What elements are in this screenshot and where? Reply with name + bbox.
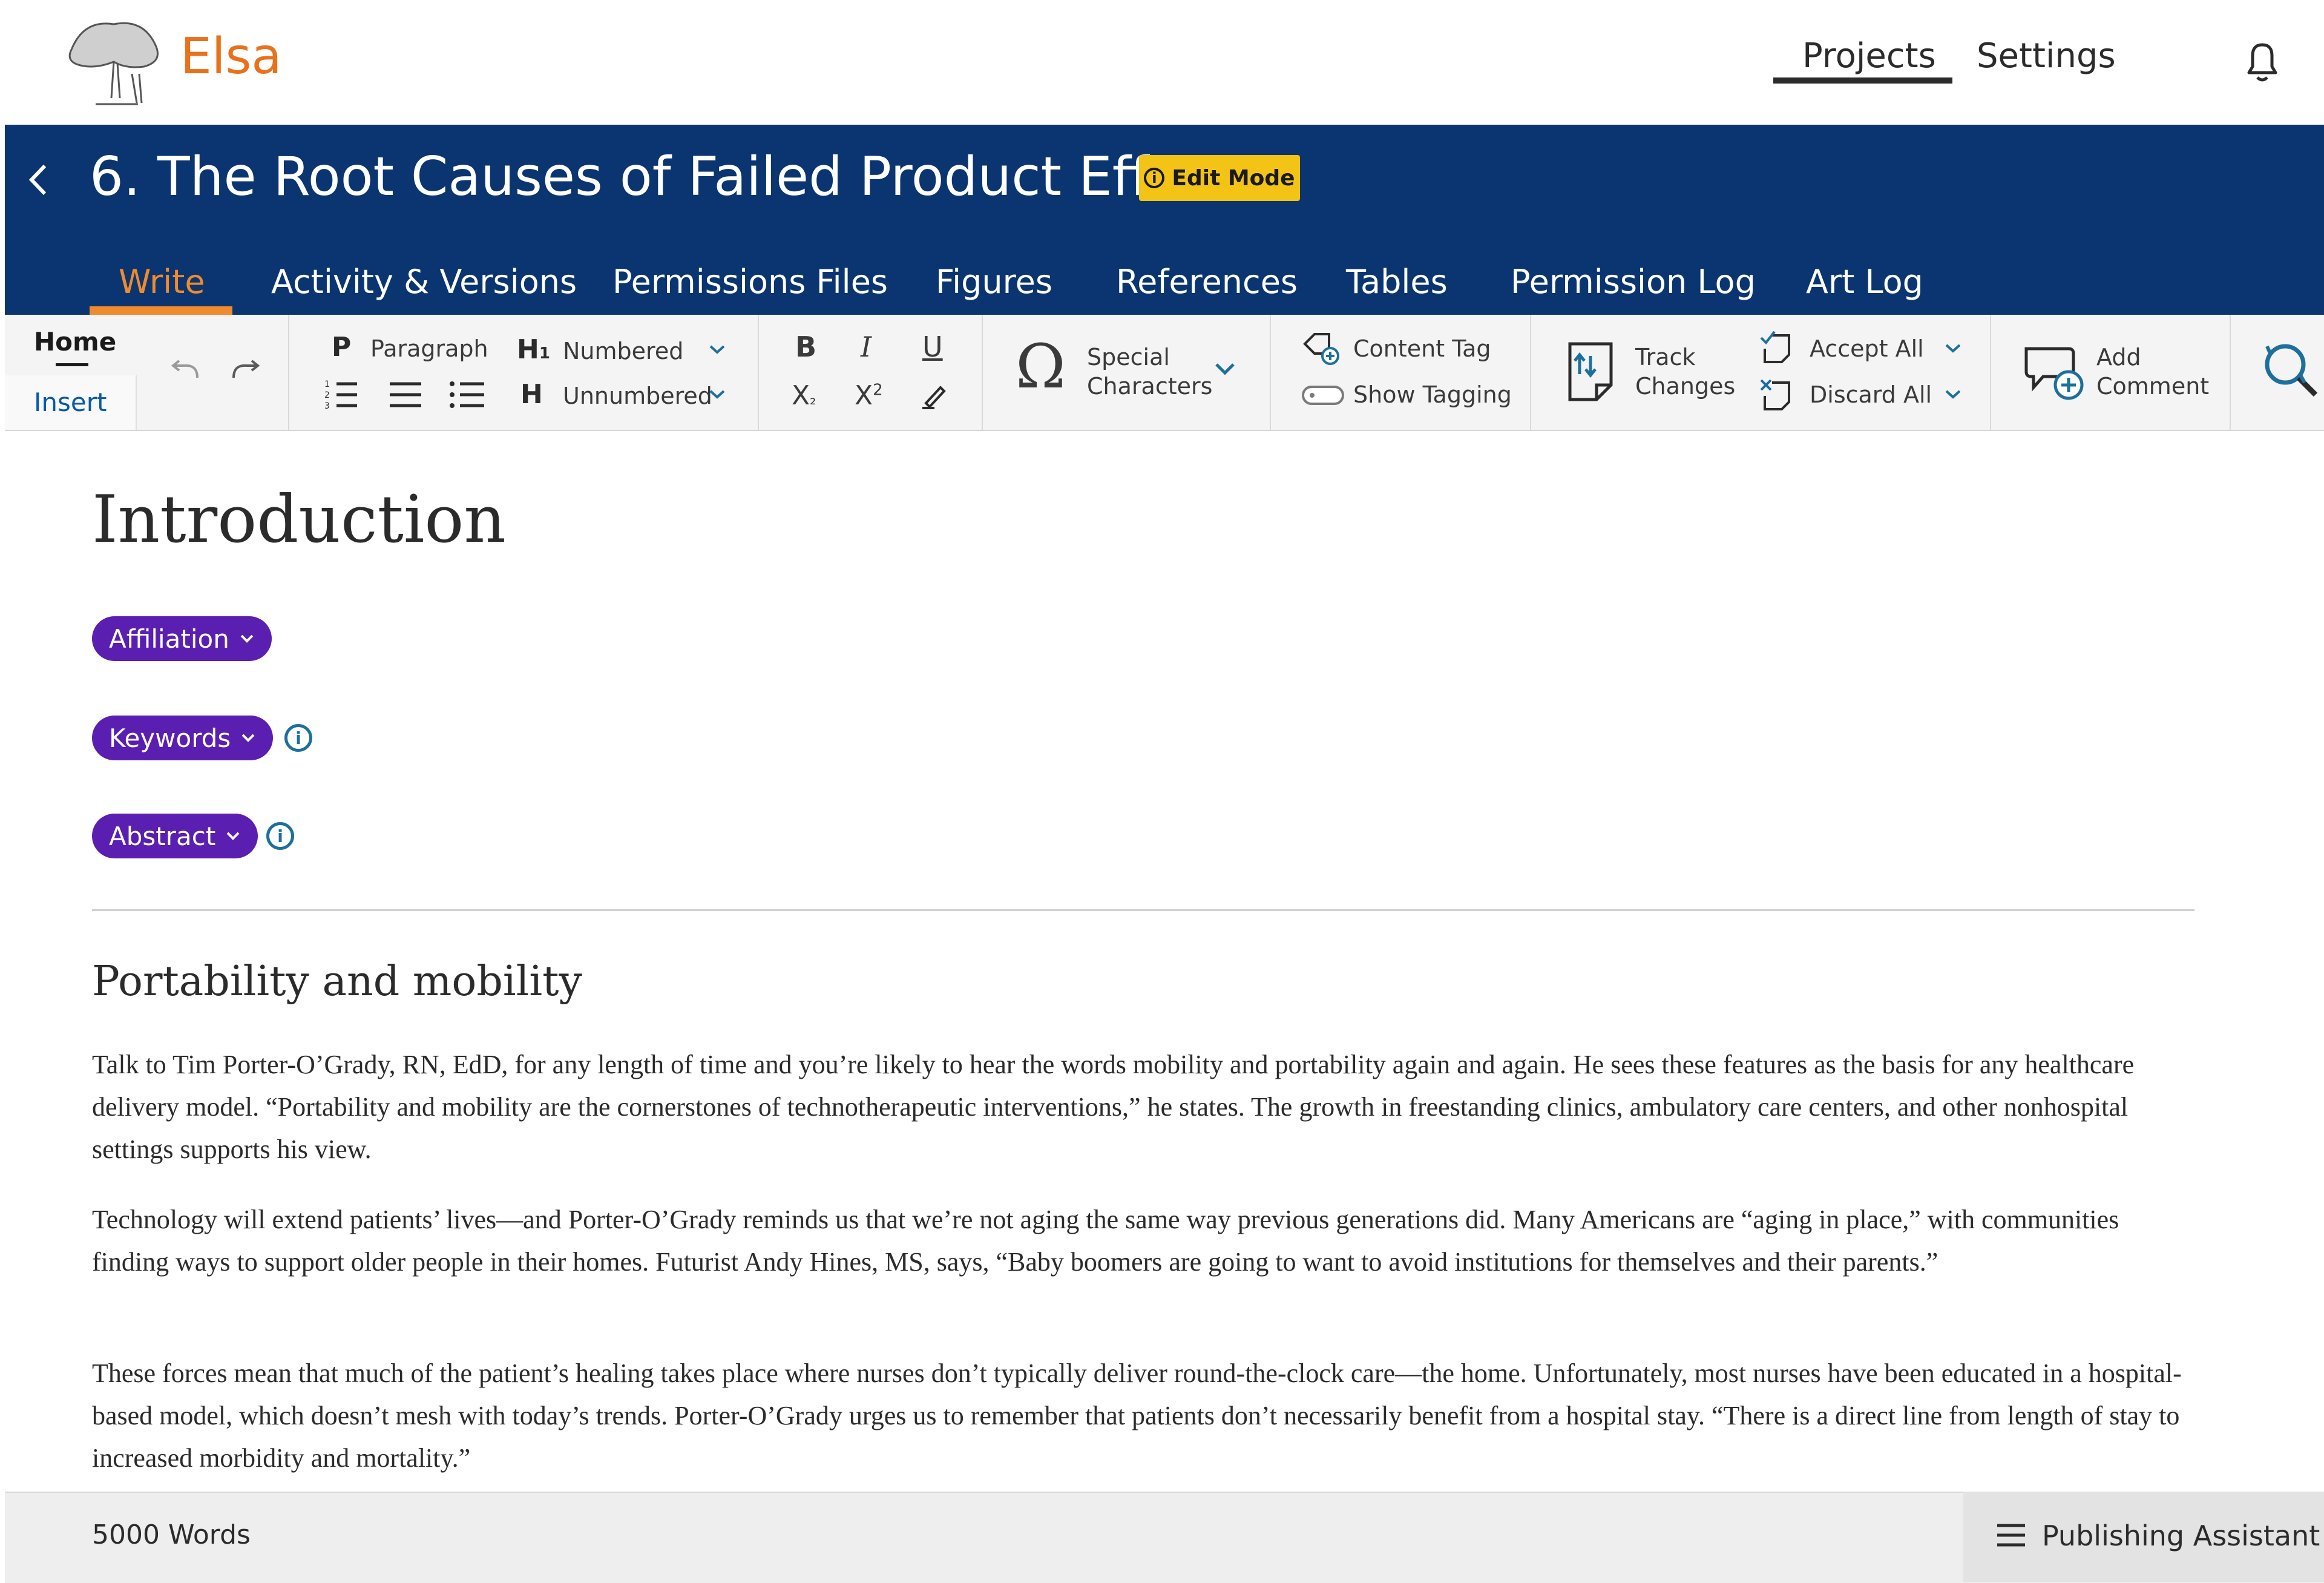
tab-permissions-files[interactable]: Permissions Files [612,263,888,301]
heading-unnumbered-icon[interactable]: H [520,379,543,410]
italic-icon[interactable]: I [861,331,872,363]
divider [92,909,2194,911]
undo-icon[interactable] [168,358,205,383]
section-title: Introduction [92,482,506,558]
track-changes-line2: Changes [1635,373,1736,400]
ribbon-tab-home[interactable]: Home [34,327,116,357]
tab-write[interactable]: Write [119,263,205,301]
underline-icon[interactable]: U [922,331,943,363]
chevron-down-icon[interactable] [1213,361,1237,378]
special-characters-label[interactable]: Special Characters [1087,343,1212,401]
omega-icon[interactable]: Ω [1016,337,1066,397]
redo-icon[interactable] [226,358,263,383]
document-title: 6. The Root Causes of Failed Product Eff… [90,145,1252,208]
ribbon-tab-insert-label: Insert [34,387,107,417]
find-replace-icon[interactable] [2257,337,2324,403]
numbered-list-icon[interactable]: 123 [323,378,359,412]
chevron-down-icon[interactable] [707,343,727,357]
word-count: 5000 Words [92,1519,251,1550]
subscript-icon[interactable]: X₂ [792,380,816,411]
notification-bell-icon[interactable] [2240,38,2284,86]
edit-mode-label: Edit Mode [1172,165,1295,191]
elsevier-tree-logo-icon [68,22,159,105]
edit-mode-badge: i Edit Mode [1139,155,1300,201]
chevron-down-icon[interactable] [1943,341,1963,356]
track-changes-label[interactable]: Track Changes [1635,343,1735,401]
divider [1990,315,1991,430]
divider [1270,315,1271,430]
accept-all-label[interactable]: Accept All [1810,335,1924,362]
keywords-info-icon[interactable]: i [284,724,312,752]
paragraph-style-label[interactable]: Paragraph [370,335,488,362]
chevron-down-icon[interactable] [1943,387,1963,402]
content-tag-label[interactable]: Content Tag [1353,335,1491,362]
tab-references[interactable]: References [1116,263,1298,301]
affiliation-dropdown[interactable]: Affiliation [92,616,272,661]
add-comment-icon[interactable] [2020,343,2087,403]
ribbon-tab-insert[interactable]: Insert [5,375,137,430]
show-tagging-label[interactable]: Show Tagging [1353,381,1512,408]
discard-all-label[interactable]: Discard All [1810,381,1932,408]
nav-projects-active-indicator [1773,77,1952,84]
menu-icon[interactable] [1996,1522,2026,1548]
special-characters-line1: Special [1087,344,1170,370]
divider [1530,315,1531,430]
bold-icon[interactable]: B [795,331,816,363]
svg-text:1: 1 [324,380,330,389]
ribbon-tab-home-indicator [56,363,88,366]
bulleted-list-icon[interactable] [449,379,485,410]
subsection-heading: Portability and mobility [92,958,582,1005]
toggle-switch-icon[interactable] [1301,385,1345,406]
divider [758,315,759,430]
divider [982,315,983,430]
body-paragraph[interactable]: Talk to Tim Porter-O’Grady, RN, EdD, for… [92,1044,2198,1171]
abstract-label: Abstract [109,821,216,851]
align-justify-icon[interactable] [389,379,422,410]
chevron-down-icon[interactable] [707,387,727,402]
tab-permission-log[interactable]: Permission Log [1511,263,1756,301]
nav-settings[interactable]: Settings [1977,36,2116,76]
tab-figures[interactable]: Figures [936,263,1052,301]
content-tag-icon[interactable] [1302,332,1342,367]
special-characters-line2: Characters [1087,373,1213,400]
app-frame: Elsa Projects Settings 6. The Root Cause… [5,0,2324,1583]
numbered-heading-label[interactable]: Numbered [563,338,683,364]
tab-tables[interactable]: Tables [1346,263,1448,301]
svg-text:3: 3 [324,401,330,411]
brand-name: Elsa [180,28,282,85]
accept-all-icon[interactable] [1760,331,1794,366]
body-paragraph[interactable]: These forces mean that much of the patie… [92,1352,2198,1479]
discard-all-icon[interactable] [1760,378,1794,413]
body-paragraph[interactable]: Technology will extend patients’ lives—a… [92,1199,2198,1283]
abstract-info-icon[interactable]: i [266,822,294,850]
tab-art-log[interactable]: Art Log [1806,263,1923,301]
divider [288,315,289,430]
add-comment-line1: Add [2096,344,2141,370]
affiliation-label: Affiliation [109,624,229,654]
highlighter-icon[interactable] [920,381,949,410]
paragraph-icon[interactable]: P [332,332,351,363]
superscript-icon[interactable]: X2 [855,380,883,411]
divider [2230,315,2231,430]
svg-text:2: 2 [324,390,330,400]
abstract-dropdown[interactable]: Abstract [92,814,258,858]
heading-numbered-icon[interactable]: H1 [517,334,550,365]
tab-write-active-indicator [90,306,232,315]
track-changes-icon[interactable] [1566,340,1615,403]
unnumbered-heading-label[interactable]: Unnumbered [563,383,712,409]
back-arrow-icon[interactable] [23,159,53,201]
track-changes-line1: Track [1635,344,1696,370]
nav-projects[interactable]: Projects [1802,36,1936,76]
tab-activity-versions[interactable]: Activity & Versions [271,263,577,301]
publishing-assistant-label[interactable]: Publishing Assistant [2042,1519,2320,1552]
keywords-label: Keywords [109,723,231,753]
add-comment-line2: Comment [2096,373,2210,400]
info-icon: i [1144,168,1165,188]
keywords-dropdown[interactable]: Keywords [92,716,274,760]
chevron-down-icon [241,734,255,742]
chevron-down-icon [240,634,254,643]
chevron-down-icon [226,832,240,840]
add-comment-label[interactable]: Add Comment [2096,343,2209,401]
